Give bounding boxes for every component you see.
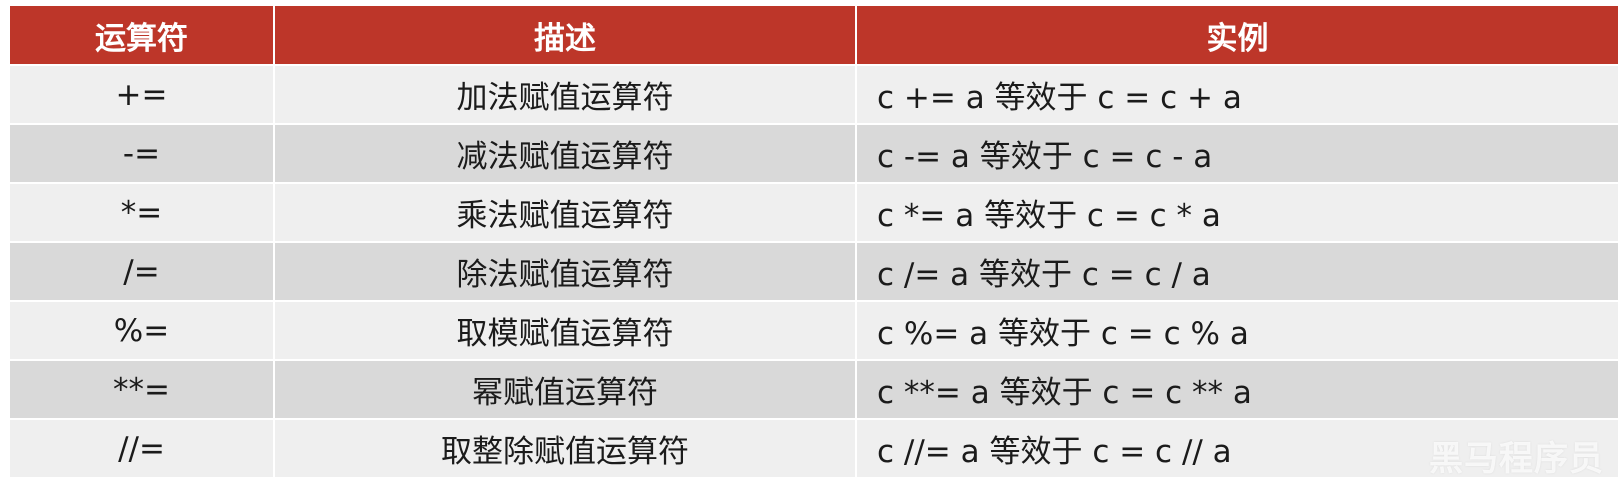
description-cell: 乘法赋值运算符 <box>274 183 857 243</box>
example-cell: c //= a 等效于 c = c // a <box>856 419 1618 479</box>
description-cell: 取整除赋值运算符 <box>274 419 857 479</box>
operator-cell: %= <box>10 301 275 361</box>
example-cell: c %= a 等效于 c = c % a <box>856 301 1618 361</box>
example-cell: c += a 等效于 c = c + a <box>856 65 1618 125</box>
operator-table-container: 运算符 描述 实例 += 加法赋值运算符 c += a 等效于 c = c + … <box>10 6 1618 496</box>
table-row: %= 取模赋值运算符 c %= a 等效于 c = c % a <box>10 301 1618 361</box>
description-cell: 加法赋值运算符 <box>274 65 857 125</box>
table-row: -= 减法赋值运算符 c -= a 等效于 c = c - a <box>10 124 1618 184</box>
description-cell: 减法赋值运算符 <box>274 124 857 184</box>
table-header-row: 运算符 描述 实例 <box>10 6 1618 66</box>
description-cell: 幂赋值运算符 <box>274 360 857 420</box>
header-description: 描述 <box>274 6 857 66</box>
assignment-operators-table: 运算符 描述 实例 += 加法赋值运算符 c += a 等效于 c = c + … <box>10 6 1618 479</box>
example-cell: c -= a 等效于 c = c - a <box>856 124 1618 184</box>
operator-cell: *= <box>10 183 275 243</box>
header-operator: 运算符 <box>10 6 275 66</box>
description-cell: 取模赋值运算符 <box>274 301 857 361</box>
example-cell: c *= a 等效于 c = c * a <box>856 183 1618 243</box>
example-cell: c /= a 等效于 c = c / a <box>856 242 1618 302</box>
header-example: 实例 <box>856 6 1618 66</box>
example-cell: c **= a 等效于 c = c ** a <box>856 360 1618 420</box>
description-cell: 除法赋值运算符 <box>274 242 857 302</box>
operator-cell: -= <box>10 124 275 184</box>
table-row: /= 除法赋值运算符 c /= a 等效于 c = c / a <box>10 242 1618 302</box>
table-row: **= 幂赋值运算符 c **= a 等效于 c = c ** a <box>10 360 1618 420</box>
operator-cell: += <box>10 65 275 125</box>
operator-cell: **= <box>10 360 275 420</box>
operator-cell: /= <box>10 242 275 302</box>
table-row: += 加法赋值运算符 c += a 等效于 c = c + a <box>10 65 1618 125</box>
table-row: *= 乘法赋值运算符 c *= a 等效于 c = c * a <box>10 183 1618 243</box>
table-row: //= 取整除赋值运算符 c //= a 等效于 c = c // a <box>10 419 1618 479</box>
operator-cell: //= <box>10 419 275 479</box>
